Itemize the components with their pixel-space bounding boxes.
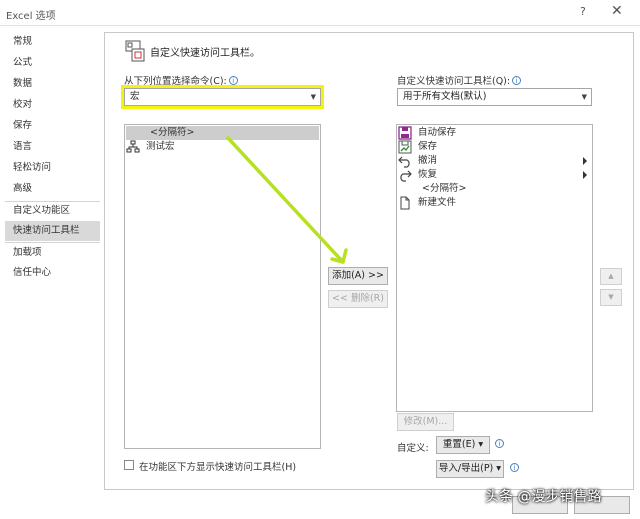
- help-icon[interactable]: ?: [580, 5, 586, 18]
- add-button[interactable]: 添加(A) >>: [328, 267, 388, 285]
- choose-commands-dropdown[interactable]: 宏 ▼: [121, 85, 324, 109]
- remove-button[interactable]: << 删除(R): [328, 290, 388, 308]
- window-title: Excel 选项: [6, 11, 56, 22]
- list-item-label: 测试宏: [146, 141, 175, 152]
- quick-access-toolbar-icon: [125, 40, 145, 62]
- list-item[interactable]: 保存: [398, 140, 591, 154]
- redo-icon: [400, 170, 412, 182]
- list-item[interactable]: <分隔符>: [398, 182, 591, 196]
- choose-commands-text: 从下列位置选择命令(C):: [124, 76, 227, 87]
- customize-toolbar-text: 自定义快速访问工具栏(Q):: [397, 76, 511, 87]
- choose-commands-label: 从下列位置选择命令(C): i: [124, 73, 238, 87]
- show-below-ribbon-label: 在功能区下方显示快速访问工具栏(H): [139, 462, 297, 473]
- submenu-arrow-icon: [583, 157, 587, 165]
- customize-toolbar-value: 用于所有文档(默认): [403, 91, 487, 102]
- options-sidebar: 常规 公式 数据 校对 保存 语言 轻松访问 高级 自定义功能区 快速访问工具栏…: [5, 32, 100, 490]
- list-item-label: 撤消: [418, 155, 438, 166]
- move-up-button[interactable]: ▲: [600, 268, 622, 285]
- list-item-label: 自动保存: [418, 127, 457, 138]
- list-item-label: 恢复: [418, 169, 438, 180]
- list-item-label: <分隔符>: [150, 127, 195, 138]
- sidebar-item-save[interactable]: 保存: [5, 116, 100, 136]
- modify-button[interactable]: 修改(M)...: [397, 413, 454, 431]
- undo-icon: [398, 156, 410, 168]
- new-file-icon: [400, 196, 410, 210]
- customize-toolbar-label: 自定义快速访问工具栏(Q): i: [397, 73, 522, 87]
- list-item[interactable]: 测试宏: [126, 140, 319, 154]
- move-down-button[interactable]: ▼: [600, 289, 622, 306]
- choose-commands-value: 宏: [130, 91, 140, 102]
- save-icon: [398, 140, 412, 154]
- list-item[interactable]: <分隔符>: [126, 126, 319, 140]
- import-export-button[interactable]: 导入/导出(P) ▾: [436, 460, 504, 478]
- title-bar: Excel 选项 ? ✕: [0, 0, 640, 26]
- customize-toolbar-dropdown[interactable]: 用于所有文档(默认) ▼: [397, 88, 592, 106]
- sidebar-item-accessibility[interactable]: 轻松访问: [5, 158, 100, 178]
- sidebar-item-customize-ribbon[interactable]: 自定义功能区: [5, 201, 100, 221]
- reset-button[interactable]: 重置(E) ▾: [436, 436, 490, 454]
- sidebar-item-add-ins[interactable]: 加载项: [5, 243, 100, 263]
- customizations-label: 自定义:: [397, 443, 429, 454]
- list-item-label: 保存: [418, 141, 438, 152]
- show-below-ribbon-checkbox[interactable]: [124, 460, 134, 470]
- sidebar-item-proofing[interactable]: 校对: [5, 95, 100, 115]
- info-icon[interactable]: i: [510, 463, 519, 472]
- sidebar-item-general[interactable]: 常规: [5, 32, 100, 52]
- info-icon[interactable]: i: [495, 439, 504, 448]
- close-icon[interactable]: ✕: [611, 3, 623, 19]
- toolbar-commands-list[interactable]: 自动保存 保存 撤消 恢复 <分隔符> 新建文件: [396, 124, 593, 412]
- list-item[interactable]: 新建文件: [398, 196, 591, 210]
- sidebar-item-quick-access-toolbar[interactable]: 快速访问工具栏: [5, 221, 100, 241]
- watermark: 头条 @漫步销售路: [485, 489, 602, 505]
- available-commands-list[interactable]: <分隔符> 测试宏: [124, 124, 321, 449]
- list-item-label: <分隔符>: [422, 183, 467, 194]
- submenu-arrow-icon: [583, 171, 587, 179]
- sidebar-item-advanced[interactable]: 高级: [5, 179, 100, 199]
- info-icon[interactable]: i: [228, 76, 238, 85]
- list-item-label: 新建文件: [418, 197, 457, 208]
- chevron-down-icon: ▼: [581, 93, 587, 101]
- chevron-down-icon: ▼: [310, 93, 316, 101]
- sidebar-item-language[interactable]: 语言: [5, 137, 100, 157]
- info-icon[interactable]: i: [512, 76, 522, 85]
- macro-icon: [126, 140, 140, 153]
- list-item[interactable]: 自动保存: [398, 126, 591, 140]
- list-item[interactable]: 恢复: [398, 168, 591, 182]
- autosave-icon: [398, 126, 412, 140]
- sidebar-item-trust-center[interactable]: 信任中心: [5, 263, 100, 283]
- sidebar-item-data[interactable]: 数据: [5, 74, 100, 94]
- sidebar-item-formulas[interactable]: 公式: [5, 53, 100, 73]
- page-title: 自定义快速访问工具栏。: [150, 48, 260, 59]
- list-item[interactable]: 撤消: [398, 154, 591, 168]
